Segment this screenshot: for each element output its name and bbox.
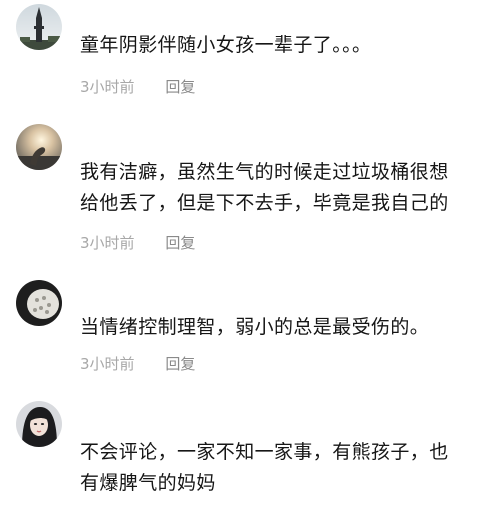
comment-text-line: 童年阴影伴随小女孩一辈子了。。。: [80, 34, 372, 56]
comment-text-line: 当情绪控制理智，弱小的总是最受伤的。: [80, 316, 430, 338]
comment-time: 3小时前: [80, 355, 135, 373]
sunset-hand-avatar-icon[interactable]: [16, 124, 62, 170]
comment-time: 3小时前: [80, 234, 135, 252]
comment-text: 不会评论，一家不知一家事，有熊孩子，也 有爆脾气的妈妈: [80, 437, 490, 499]
comment-time: 3小时前: [80, 78, 135, 96]
tower-avatar-icon[interactable]: [16, 4, 62, 50]
reply-button[interactable]: 回复: [165, 232, 195, 253]
reply-button[interactable]: 回复: [165, 76, 195, 97]
comment-meta: 3小时前 回复: [80, 353, 195, 374]
faded-username: [80, 403, 140, 409]
comment-meta: 3小时前 回复: [80, 76, 195, 97]
reply-button[interactable]: 回复: [165, 353, 195, 374]
comment-text-line: 我有洁癖，虽然生气的时候走过垃圾桶很想: [80, 161, 449, 183]
comment-text: 当情绪控制理智，弱小的总是最受伤的。: [80, 312, 490, 343]
round-object-avatar-icon[interactable]: [16, 280, 62, 326]
comment-text-line: 有爆脾气的妈妈: [80, 472, 216, 494]
comment-text: 我有洁癖，虽然生气的时候走过垃圾桶很想 给他丢了，但是下不去手，毕竟是我自己的: [80, 157, 490, 219]
comment-text-line: 不会评论，一家不知一家事，有熊孩子，也: [80, 441, 449, 463]
comment-meta: 3小时前 回复: [80, 232, 195, 253]
comment-text: 童年阴影伴随小女孩一辈子了。。。: [80, 30, 490, 61]
comment-text-line: 给他丢了，但是下不去手，毕竟是我自己的: [80, 192, 449, 214]
woman-portrait-avatar-icon[interactable]: [16, 401, 62, 447]
